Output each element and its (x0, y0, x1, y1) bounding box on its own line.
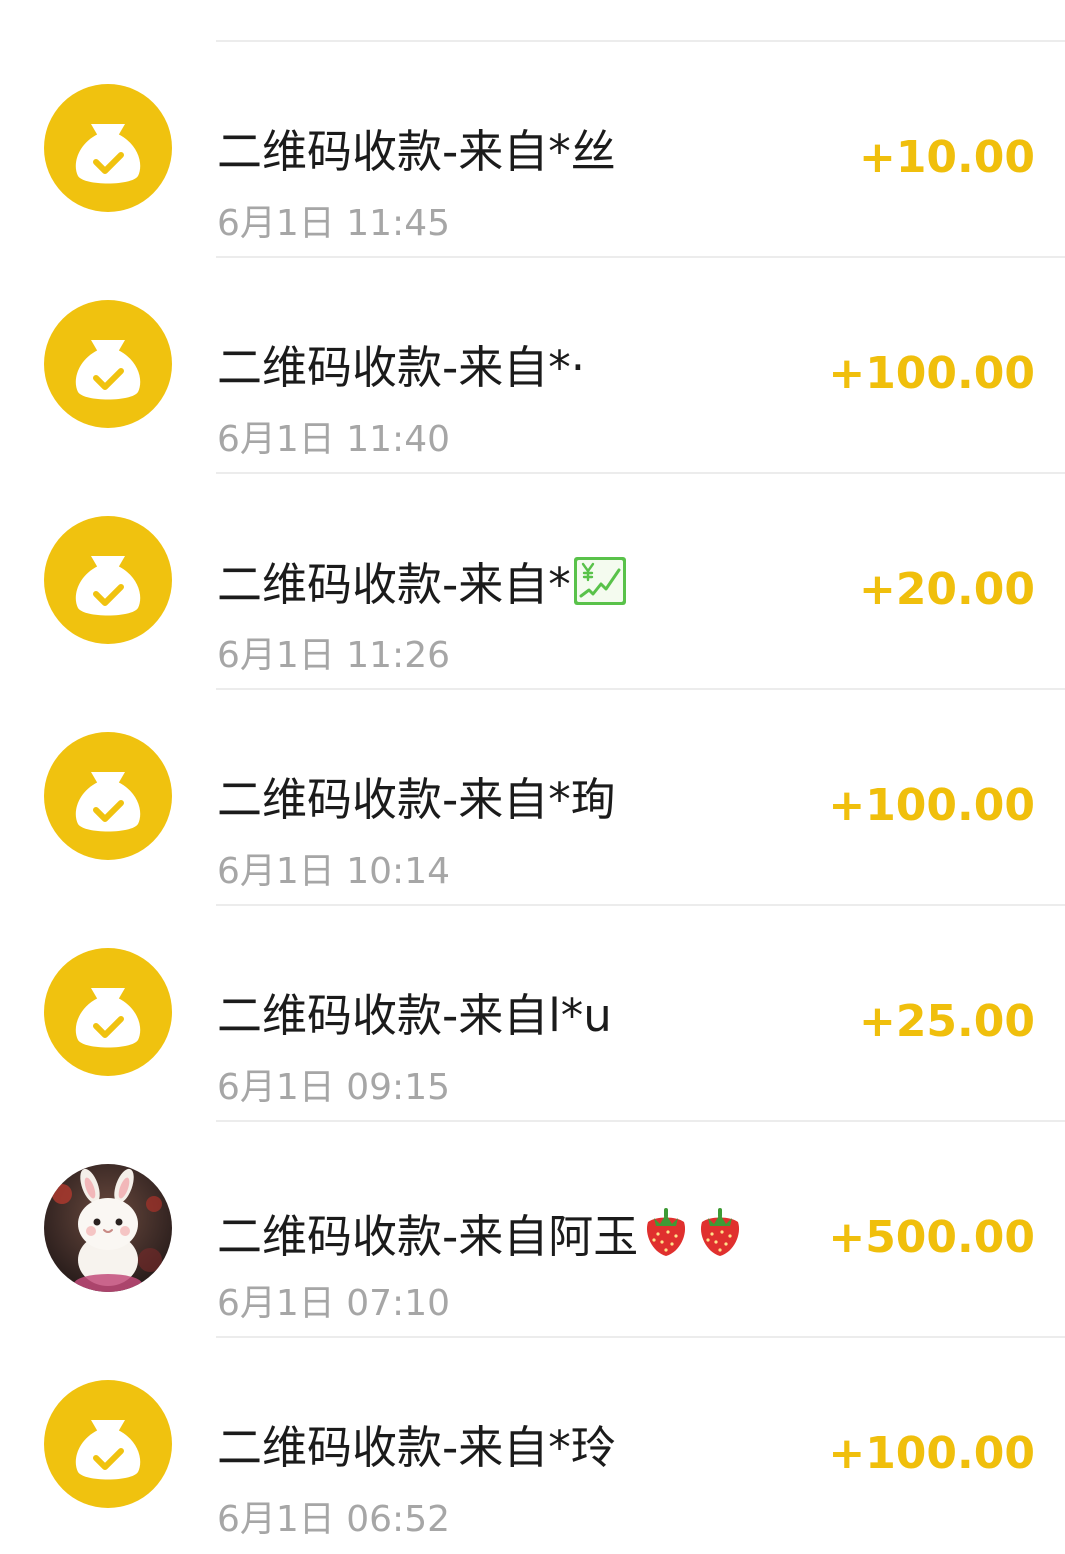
chart-increasing-with-yen-emoji (573, 556, 627, 619)
money-bag-check-icon (44, 732, 172, 860)
transaction-time: 6月1日 11:40 (217, 419, 450, 460)
money-bag-check-icon (44, 948, 172, 1076)
transaction-title: 二维码收款-来自*珣 (217, 773, 616, 826)
transaction-row[interactable]: 二维码收款-来自*玲 6月1日 06:52 +100.00 (0, 1338, 1065, 1554)
transaction-row[interactable]: 二维码收款-来自*珣 6月1日 10:14 +100.00 (0, 690, 1065, 906)
transaction-row[interactable]: 二维码收款-来自阿玉 6月1日 07:10 +500.00 (0, 1122, 1065, 1338)
transaction-time: 6月1日 06:52 (217, 1499, 450, 1540)
transaction-title: 二维码收款-来自阿玉 (217, 1204, 746, 1271)
transaction-amount: +100.00 (828, 780, 1035, 831)
transaction-title: 二维码收款-来自*· (217, 341, 586, 394)
transaction-title: 二维码收款-来自*玲 (217, 1421, 616, 1474)
money-bag-check-icon (44, 300, 172, 428)
money-bag-check-icon (44, 516, 172, 644)
transaction-time: 6月1日 10:14 (217, 851, 450, 892)
rabbit-profile-photo (44, 1164, 172, 1292)
transaction-row[interactable]: 二维码收款-来自l*u 6月1日 09:15 +25.00 (0, 906, 1065, 1122)
transaction-row[interactable]: 二维码收款-来自*· 6月1日 11:40 +100.00 (0, 258, 1065, 474)
transaction-time: 6月1日 11:45 (217, 203, 450, 244)
money-bag-check-icon (44, 84, 172, 212)
strawberry-emoji (694, 1204, 746, 1271)
transaction-amount: +25.00 (858, 996, 1035, 1047)
transaction-amount: +20.00 (858, 564, 1035, 615)
transaction-amount: +100.00 (828, 348, 1035, 399)
transaction-amount: +500.00 (828, 1212, 1035, 1263)
transaction-time: 6月1日 09:15 (217, 1067, 450, 1108)
money-bag-check-icon (44, 1380, 172, 1508)
transaction-time: 6月1日 07:10 (217, 1283, 450, 1324)
transaction-title: 二维码收款-来自*丝 (217, 125, 616, 178)
transaction-row[interactable]: 二维码收款-来自*丝 6月1日 11:45 +10.00 (0, 42, 1065, 258)
transaction-row[interactable]: 二维码收款-来自* 6月1日 11:26 +20.00 (0, 474, 1065, 690)
transaction-amount: +10.00 (858, 132, 1035, 183)
transaction-title: 二维码收款-来自* (217, 556, 627, 619)
transaction-list: 二维码收款-来自*丝 6月1日 11:45 +10.00 二维码收款-来自*· … (0, 0, 1065, 1540)
transaction-title: 二维码收款-来自l*u (217, 989, 612, 1042)
transaction-amount: +100.00 (828, 1428, 1035, 1479)
strawberry-emoji (640, 1204, 692, 1271)
transaction-time: 6月1日 11:26 (217, 635, 450, 676)
